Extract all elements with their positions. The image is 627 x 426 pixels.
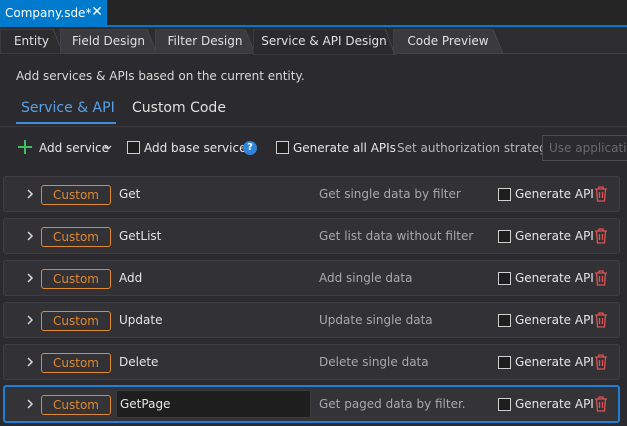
chevron-right-icon[interactable]: [25, 188, 35, 200]
service-type-badge: Custom: [41, 227, 111, 247]
tab-label: Filter Design: [167, 34, 243, 48]
tab-field-design[interactable]: Field Design: [60, 29, 157, 54]
service-row-selected[interactable]: Custom GetPage Get paged data by filter.…: [3, 385, 620, 423]
generate-api-checkbox[interactable]: [498, 314, 511, 327]
service-name-input-value: GetPage: [120, 397, 171, 411]
add-base-services-checkbox[interactable]: [127, 141, 140, 154]
service-name: Get: [119, 187, 141, 201]
service-description: Get list data without filter: [319, 229, 474, 243]
generate-api-checkbox[interactable]: [498, 230, 511, 243]
service-type-badge: Custom: [41, 269, 111, 289]
service-row[interactable]: Custom GetList Get list data without fil…: [3, 218, 620, 254]
subtab-custom-code[interactable]: Custom Code: [132, 100, 226, 116]
trash-icon[interactable]: [594, 186, 608, 202]
service-row[interactable]: Custom Update Update single data Generat…: [3, 302, 620, 338]
plus-icon[interactable]: [17, 139, 33, 155]
chevron-down-icon[interactable]: [104, 145, 112, 151]
service-description: Get single data by filter: [319, 187, 461, 201]
active-subtab-indicator: [16, 122, 116, 124]
generate-api-checkbox[interactable]: [498, 356, 511, 369]
authorization-strategy-placeholder: Use application: [549, 141, 627, 155]
generate-api-label: Generate API: [515, 313, 594, 327]
tab-label: Code Preview: [407, 34, 489, 48]
generate-all-apis-checkbox[interactable]: [276, 141, 289, 154]
generate-api-label: Generate API: [515, 187, 594, 201]
service-description: Delete single data: [319, 355, 429, 369]
page-hint: Add services & APIs based on the current…: [16, 69, 305, 83]
tab-label: Field Design: [72, 34, 145, 48]
generate-api-checkbox[interactable]: [498, 188, 511, 201]
tab-label: Entity: [13, 34, 50, 48]
help-icon[interactable]: ?: [243, 141, 257, 155]
document-tab[interactable]: Company.sde* ✕: [0, 0, 107, 25]
service-type-badge: Custom: [41, 353, 111, 373]
trash-icon[interactable]: [594, 270, 608, 286]
chevron-right-icon[interactable]: [25, 356, 35, 368]
generate-all-apis-label: Generate all APIs: [293, 141, 396, 155]
service-description: Update single data: [319, 313, 433, 327]
subtab-service-api[interactable]: Service & API: [21, 100, 115, 116]
trash-icon[interactable]: [594, 354, 608, 370]
trash-icon[interactable]: [594, 312, 608, 328]
service-type-badge: Custom: [41, 311, 111, 331]
tab-filter-design[interactable]: Filter Design: [155, 29, 255, 54]
tab-entity[interactable]: Entity: [0, 29, 63, 54]
toolbar: Add service Add base services ? Generate…: [0, 134, 627, 164]
trash-icon[interactable]: [594, 396, 608, 412]
chevron-right-icon[interactable]: [25, 272, 35, 284]
add-base-services-label: Add base services: [144, 141, 253, 155]
generate-api-label: Generate API: [515, 355, 594, 369]
authorization-strategy-select[interactable]: Use application: [542, 135, 627, 161]
add-service-button[interactable]: Add service: [39, 141, 109, 155]
chevron-right-icon[interactable]: [25, 398, 35, 410]
service-description: Get paged data by filter.: [319, 397, 466, 411]
service-name: Add: [119, 271, 143, 285]
service-type-badge: Custom: [41, 395, 111, 415]
service-type-badge: Custom: [41, 185, 111, 205]
service-name: Delete: [119, 355, 159, 369]
generate-api-checkbox[interactable]: [498, 272, 511, 285]
generate-api-checkbox[interactable]: [498, 398, 511, 411]
tab-service-api-design[interactable]: Service & API Design: [253, 29, 395, 55]
chevron-right-icon[interactable]: [25, 230, 35, 242]
document-tab-title: Company.sde*: [5, 5, 92, 20]
service-row[interactable]: Custom Add Add single data Generate API: [3, 260, 620, 296]
service-row[interactable]: Custom Get Get single data by filter Gen…: [3, 176, 620, 212]
service-description: Add single data: [319, 271, 413, 285]
service-name: GetList: [119, 229, 162, 243]
trash-icon[interactable]: [594, 228, 608, 244]
tab-code-preview[interactable]: Code Preview: [393, 29, 503, 54]
generate-api-label: Generate API: [515, 397, 594, 411]
document-tab-strip: Company.sde* ✕: [0, 0, 627, 27]
editor-tab-bar: Entity Field Design Filter Design Servic…: [0, 27, 627, 55]
close-icon[interactable]: ✕: [89, 4, 105, 20]
service-name-input[interactable]: GetPage: [116, 390, 311, 418]
tab-label: Service & API Design: [261, 34, 387, 48]
service-row[interactable]: Custom Delete Delete single data Generat…: [3, 344, 620, 380]
generate-api-label: Generate API: [515, 271, 594, 285]
generate-api-label: Generate API: [515, 229, 594, 243]
divider: [0, 126, 627, 127]
service-name: Update: [119, 313, 163, 327]
chevron-right-icon[interactable]: [25, 314, 35, 326]
authorization-strategy-label: Set authorization strategy:: [397, 141, 558, 155]
